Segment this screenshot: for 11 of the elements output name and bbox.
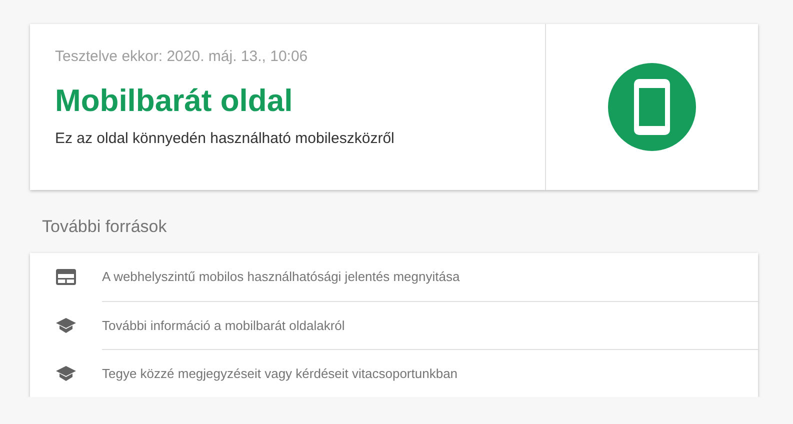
graduation-cap-icon xyxy=(56,366,76,380)
graduation-cap-icon xyxy=(56,318,76,332)
resource-link[interactable]: Tegye közzé megjegyzéseit vagy kérdéseit vitacsoportunkban xyxy=(102,348,758,397)
report-icon xyxy=(56,269,76,285)
result-description: Ez az oldal könnyedén használható mobileszközről xyxy=(55,130,396,147)
resource-link[interactable]: A webhelyszintű mobilos használhatósági jelentés megnyitása xyxy=(102,253,758,301)
resource-link[interactable]: További információ a mobilbarát oldalakról xyxy=(102,300,758,350)
result-title: Mobilbarát oldal xyxy=(55,83,294,119)
mobile-phone-icon xyxy=(608,63,696,151)
section-heading: További források xyxy=(42,217,168,238)
test-timestamp: Tesztelve ekkor: 2020. máj. 13., 10:06 xyxy=(55,48,309,65)
